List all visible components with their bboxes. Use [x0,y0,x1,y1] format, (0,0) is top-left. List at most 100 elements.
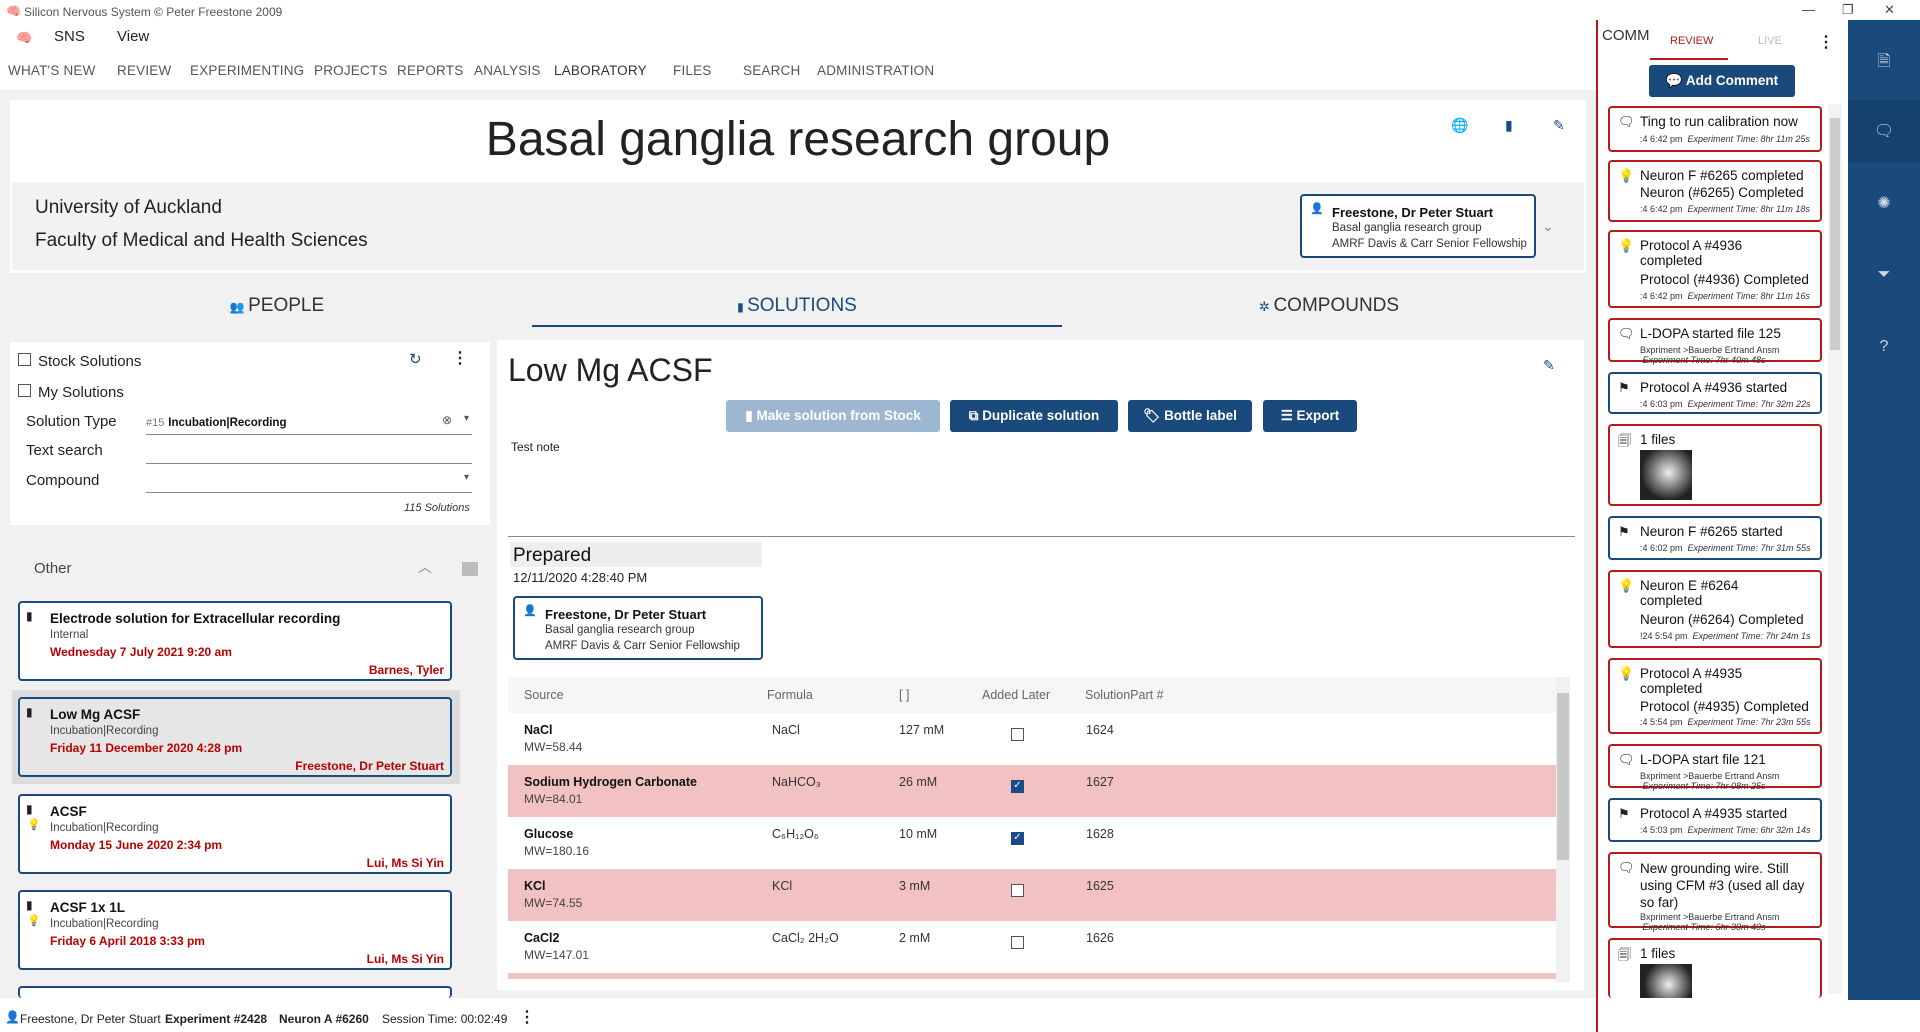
table-row[interactable]: NaCl MW=58.44 NaCl 127 mM 1624 [508,713,1558,765]
dropdown-icon: ▾ [464,472,470,483]
comment-card[interactable]: 🗨 Ting to run calibration now :4 6:42 pm… [1608,106,1822,152]
comment-card[interactable]: 🗐 1 files [1608,938,1822,998]
nav-search[interactable]: SEARCH [743,63,800,78]
comment-card[interactable]: 🗨 L-DOPA start file 121 Bxpriment >Bauer… [1608,744,1822,791]
comment-card[interactable]: 🗐 1 files [1608,424,1822,506]
nav-administration[interactable]: ADMINISTRATION [817,63,934,78]
added-later-checkbox[interactable]: ✓ [1011,832,1024,845]
menu-sns[interactable]: SNS [54,28,85,45]
chevron-down-icon[interactable]: ⌄ [1542,218,1554,235]
restore-icon[interactable]: ❐ [1842,2,1854,18]
preparer-card[interactable]: 👤 Freestone, Dr Peter Stuart Basal gangl… [513,596,763,660]
my-solutions-checkbox[interactable] [18,384,31,397]
table-scrollbar[interactable] [1556,677,1570,982]
stock-solutions-label: Stock Solutions [38,353,142,370]
status-neuron[interactable]: Neuron A #6260 [279,1012,369,1026]
nav-projects[interactable]: PROJECTS [314,63,388,78]
comment-card[interactable]: 🗨 New grounding wire. Still using CFM #3… [1608,852,1822,932]
export-button[interactable]: ☰ Export [1263,400,1357,432]
comment-card[interactable]: 💡 Neuron F #6265 completed Neuron (#6265… [1608,160,1822,222]
scroll-thumb[interactable] [1557,693,1569,860]
tab-solutions[interactable]: ▮ SOLUTIONS [647,295,947,317]
more-vert-icon[interactable]: ⋮ [452,348,468,368]
comment-card[interactable]: ⚑ Protocol A #4935 started :4 5:03 pm Ex… [1608,798,1822,842]
help-icon[interactable]: ? [1848,338,1920,356]
edit-icon[interactable]: ✎ [1553,117,1565,134]
org-university: University of Auckland [35,197,222,218]
settings-icon[interactable]: ✺ [1848,193,1920,213]
status-experiment[interactable]: Experiment #2428 [165,1012,267,1026]
lightbulb-icon: 💡 [1618,238,1635,253]
comment-card[interactable]: ⚑ Protocol A #4936 started :4 6:03 pm Ex… [1608,372,1822,414]
nav-reports[interactable]: REPORTS [397,63,463,78]
list-item-selected[interactable]: ▮ Low Mg ACSF Incubation|Recording Frida… [18,697,452,777]
globe-icon[interactable]: 🌐 [1451,117,1468,134]
scroll-thumb[interactable] [1830,118,1840,350]
dropdown-icon[interactable]: ▾ [464,413,469,424]
file-thumbnail[interactable] [1640,964,1692,998]
file-thumbnail[interactable] [1640,450,1692,500]
lightbulb-icon: 💡 [1618,666,1635,681]
beaker-icon: ▮ [26,705,33,719]
table-row[interactable]: Sodium Hydrogen Carbonate MW=84.01 NaHCO… [508,765,1558,817]
comment-card[interactable]: 💡 Neuron E #6264 completed Neuron (#6264… [1608,570,1822,648]
map-icon[interactable]: ▮ [1505,117,1513,134]
sns-icon: 🧠 [16,30,33,45]
stock-solutions-checkbox[interactable] [18,353,31,366]
comment-card[interactable]: 🗨 L-DOPA started file 125 Bxpriment >Bau… [1608,318,1822,365]
comment-card[interactable]: 💡 Protocol A #4935 completed Protocol (#… [1608,658,1822,734]
nav-files[interactable]: FILES [673,63,712,78]
nav-review[interactable]: REVIEW [117,63,171,78]
tab-review[interactable]: REVIEW [1670,35,1713,47]
added-later-checkbox[interactable] [1011,884,1024,897]
tab-people[interactable]: 👥 PEOPLE [127,295,427,317]
edit-icon[interactable]: ✎ [1543,357,1555,374]
added-later-checkbox[interactable]: ✓ [1011,780,1024,793]
more-vert-icon[interactable]: ⋮ [1818,32,1834,52]
make-from-stock-button[interactable]: ▮ Make solution from Stock [726,400,940,432]
close-icon[interactable]: ✕ [1884,2,1895,18]
nav-laboratory[interactable]: LABORATORY [554,63,647,78]
nav-whats-new[interactable]: WHAT'S NEW [8,63,96,78]
scroll-thumb[interactable] [462,562,478,576]
tab-live[interactable]: LIVE [1758,35,1782,47]
add-comment-button[interactable]: 💬 Add Comment [1649,65,1795,97]
more-vert-icon[interactable]: ⋮ [519,1007,535,1027]
added-later-checkbox[interactable] [1011,936,1024,949]
minimize-icon[interactable]: — [1802,2,1815,17]
chevron-up-icon[interactable]: ︿ [418,557,432,577]
text-search-input[interactable] [146,440,472,462]
list-item[interactable]: ▮ 💡 ACSF 1x 1L Incubation|Recording Frid… [18,890,452,970]
my-solutions-label: My Solutions [38,384,124,401]
comments-scrollbar[interactable] [1828,104,1842,994]
added-later-checkbox[interactable] [1011,728,1024,741]
list-item[interactable]: ▮ Electrode solution for Extracellular r… [18,601,452,681]
list-item[interactable] [18,986,452,998]
filter-icon[interactable]: ⏷ [1848,266,1920,284]
tab-compounds[interactable]: ✲ COMPOUNDS [1179,295,1479,317]
table-row[interactable]: CaCl2 MW=147.01 CaCl₂ 2H₂O 2 mM 1626 [508,921,1558,973]
bottle-label-button[interactable]: 🏷 Bottle label [1128,400,1252,432]
refresh-icon[interactable]: ↻ [409,350,422,368]
beaker-icon: ▮ [26,802,33,816]
flag-icon: ⚑ [1618,524,1630,539]
list-icon: ☰ [1280,408,1297,423]
solution-type-select[interactable]: #15 Incubation|Recording ⊗ ▾ [146,413,472,433]
clear-icon[interactable]: ⊗ [442,413,452,427]
group-leader-card[interactable]: 👤 Freestone, Dr Peter Stuart Basal gangl… [1300,194,1536,258]
comment-icon[interactable]: 🗨 [1848,121,1920,141]
duplicate-solution-button[interactable]: ⧉ Duplicate solution [950,400,1118,432]
duplicate-icon: ⧉ [968,408,983,423]
table-row[interactable]: Glucose MW=180.16 C₆H₁₂O₆ 10 mM ✓ 1628 [508,817,1558,869]
nav-analysis[interactable]: ANALYSIS [474,63,541,78]
comment-card[interactable]: 💡 Protocol A #4936 completed Protocol (#… [1608,230,1822,308]
compound-select[interactable]: ▾ [146,470,472,492]
list-scrollbar[interactable] [462,548,478,988]
comment-card[interactable]: ⚑ Neuron F #6265 started :4 6:02 pm Expe… [1608,516,1822,560]
table-row[interactable]: KCl MW=74.55 KCl 3 mM 1625 [508,869,1558,921]
solution-count: 115 Solutions [404,502,470,514]
menu-view[interactable]: View [117,28,149,45]
list-item[interactable]: ▮ 💡 ACSF Incubation|Recording Monday 15 … [18,794,452,874]
nav-experimenting[interactable]: EXPERIMENTING [190,63,304,78]
document-icon[interactable]: 🗎 [1848,50,1920,77]
